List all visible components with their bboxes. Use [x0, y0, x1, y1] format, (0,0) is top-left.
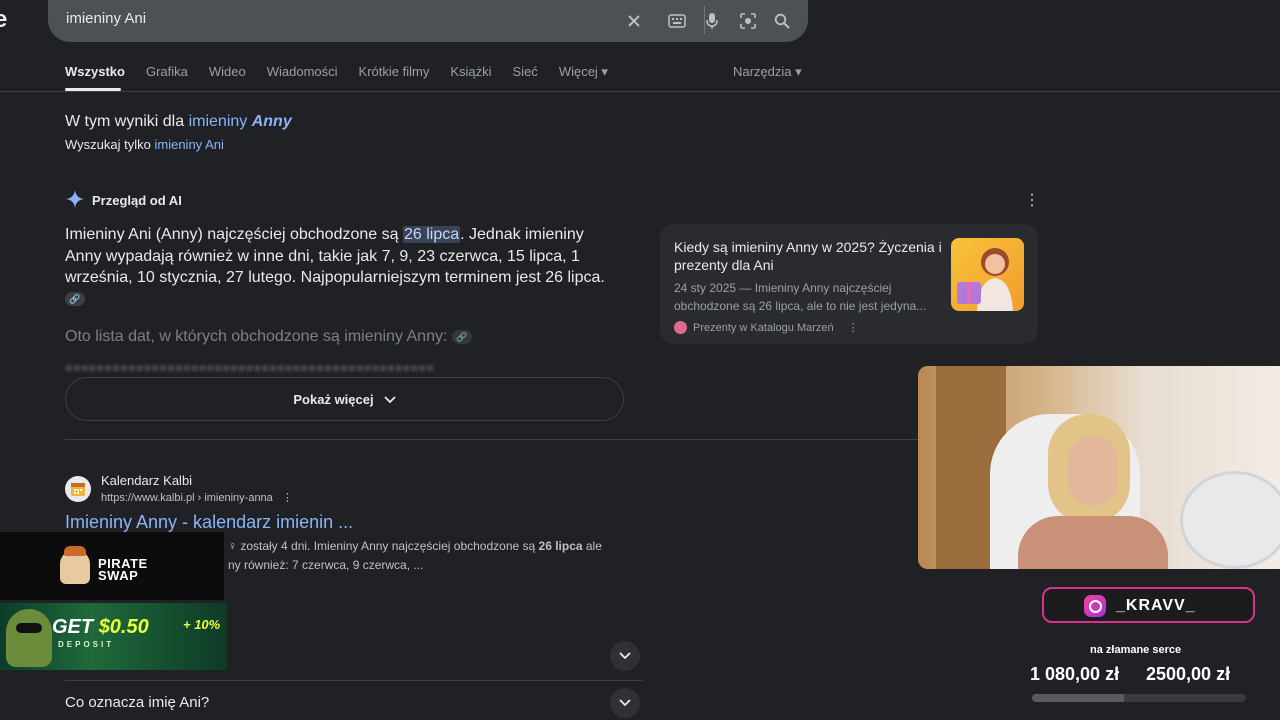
tab-short-videos[interactable]: Krótkie filmy	[359, 64, 430, 80]
webcam-face	[1068, 436, 1118, 506]
lens-icon[interactable]	[736, 9, 760, 33]
source-title[interactable]: Kiedy są imieniny Anny w 2025? Życzenia …	[674, 238, 944, 274]
correction-prefix: W tym wyniki dla	[65, 113, 185, 130]
result-snippet-bold: 26 lipca	[538, 539, 583, 553]
tab-web[interactable]: Sieć	[513, 64, 538, 80]
search-only-prefix: Wyszukaj tylko	[65, 137, 151, 152]
chevron-down-icon	[383, 392, 396, 407]
corrected-query-bold: Anny	[251, 113, 292, 130]
source-thumbnail[interactable]	[951, 238, 1024, 311]
goblin-mascot-icon	[6, 609, 52, 667]
pirate-logo-icon	[60, 546, 90, 584]
link-icon[interactable]: 🔗	[65, 292, 85, 307]
promo-banner: GET $0.50 + 10% DEPOSIT	[0, 603, 227, 670]
search-icon[interactable]	[770, 9, 794, 33]
instagram-handle: _KRAVV_	[1116, 597, 1196, 614]
more-options-icon[interactable]: ⋮	[1024, 190, 1040, 210]
show-more-label: Pokaż więcej	[293, 391, 374, 407]
paa-divider	[65, 680, 643, 681]
tools-button[interactable]: Narzędzia ▾	[733, 64, 802, 80]
tab-images[interactable]: Grafika	[146, 64, 188, 80]
result-url-text: https://www.kalbi.pl › imieniny-anna	[101, 492, 273, 504]
expand-chevron-icon[interactable]	[610, 641, 640, 671]
donation-progress-bar	[1032, 694, 1246, 702]
ai-list-heading: Oto lista dat, w których obchodzone są i…	[65, 328, 472, 346]
google-logo-fragment[interactable]: e	[0, 6, 7, 34]
expand-chevron-icon[interactable]	[610, 688, 640, 718]
webcam-overlay	[918, 366, 1280, 569]
promo-subtitle: DEPOSIT	[58, 640, 115, 649]
result-snippet-line2: ny również: 7 czerwca, 9 czerwca, ...	[228, 558, 424, 572]
tab-videos[interactable]: Wideo	[209, 64, 246, 80]
paa-question[interactable]: Co oznacza imię Ani?	[65, 694, 209, 711]
instagram-icon	[1084, 595, 1106, 617]
clear-icon[interactable]	[622, 9, 646, 33]
corrected-query-plain: imieniny	[188, 113, 248, 130]
webcam-fan	[1180, 471, 1280, 569]
instagram-handle-box: _KRAVV_	[1042, 587, 1255, 623]
tabs-divider	[0, 91, 1280, 92]
show-more-button[interactable]: Pokaż więcej	[65, 377, 624, 421]
ai-list-heading-text: Oto lista dat, w których obchodzone są i…	[65, 328, 448, 345]
ai-overview-title: Przegląd od AI	[92, 193, 182, 208]
result-title-link[interactable]: Imieniny Anny - kalendarz imienin ...	[65, 512, 353, 533]
ai-text-part1: Imieniny Ani (Anny) najczęściej obchodzo…	[65, 226, 403, 243]
search-only-notice: Wyszukaj tylko imieniny Ani	[65, 137, 224, 152]
corrected-query-link[interactable]: imieniny Anny	[189, 113, 292, 130]
promo-percent: + 10%	[183, 617, 221, 632]
result-url[interactable]: https://www.kalbi.pl › imieniny-anna ⋮	[101, 491, 293, 504]
correction-notice: W tym wyniki dla imieniny Anny	[65, 113, 292, 131]
promo-headline: GET $0.50	[52, 616, 149, 639]
webcam-body	[1018, 516, 1168, 569]
tab-all[interactable]: Wszystko	[65, 64, 125, 80]
promo-amount: $0.50	[98, 616, 149, 638]
more-options-icon[interactable]: ⋮	[282, 492, 293, 504]
donation-goal-target: 2500,00 zł	[1146, 664, 1231, 684]
promo-get: GET	[52, 616, 94, 638]
source-site: Prezenty w Katalogu Marzeń ⋮	[674, 321, 859, 334]
microphone-icon[interactable]	[700, 9, 724, 33]
more-options-icon[interactable]: ⋮	[848, 321, 859, 334]
search-bar[interactable]: imieniny Ani	[48, 0, 808, 42]
link-icon[interactable]: 🔗	[451, 329, 472, 344]
result-site-name[interactable]: Kalendarz Kalbi	[101, 473, 192, 488]
sponsor-banner: PIRATE SWAP	[0, 532, 224, 600]
keyboard-icon[interactable]	[665, 9, 689, 33]
ai-highlight-date: 26 lipca	[402, 226, 461, 243]
search-tabs: Wszystko Grafika Wideo Wiadomości Krótki…	[65, 64, 629, 80]
source-snippet: 24 sty 2025 — Imieniny Anny najczęściej …	[674, 281, 927, 313]
tab-more[interactable]: Więcej ▾	[559, 64, 608, 80]
section-divider	[65, 439, 1035, 440]
donation-goal-label: na złamane serce	[1090, 644, 1182, 656]
original-query-link[interactable]: imieniny Ani	[154, 137, 223, 152]
search-input[interactable]: imieniny Ani	[66, 10, 146, 27]
ai-sparkle-icon	[66, 190, 84, 211]
ai-faded-content: ■■■■■■■■■■■■■■■■■■■■■■■■■■■■■■■■■■■■■■■■…	[65, 360, 435, 374]
result-snippet: ♀ zostały 4 dni. Imieniny Anny najczęści…	[228, 539, 602, 553]
tab-news[interactable]: Wiadomości	[267, 64, 338, 80]
ai-overview-header: Przegląd od AI	[66, 190, 182, 211]
calendar-icon	[65, 476, 91, 502]
ai-overview-text: Imieniny Ani (Anny) najczęściej obchodzo…	[65, 224, 605, 310]
source-favicon	[674, 321, 687, 334]
tab-books[interactable]: Książki	[450, 64, 491, 80]
donation-goal-current: 1 080,00 zł	[1030, 664, 1120, 684]
source-site-name: Prezenty w Katalogu Marzeń	[693, 321, 834, 334]
donation-progress-fill	[1032, 694, 1125, 702]
result-snippet-part1: ♀ zostały 4 dni. Imieniny Anny najczęści…	[228, 539, 539, 553]
ai-source-card[interactable]: Kiedy są imieniny Anny w 2025? Życzenia …	[660, 224, 1038, 344]
sponsor-name-line2: SWAP	[98, 568, 139, 583]
result-snippet-part2: ale	[582, 539, 602, 553]
